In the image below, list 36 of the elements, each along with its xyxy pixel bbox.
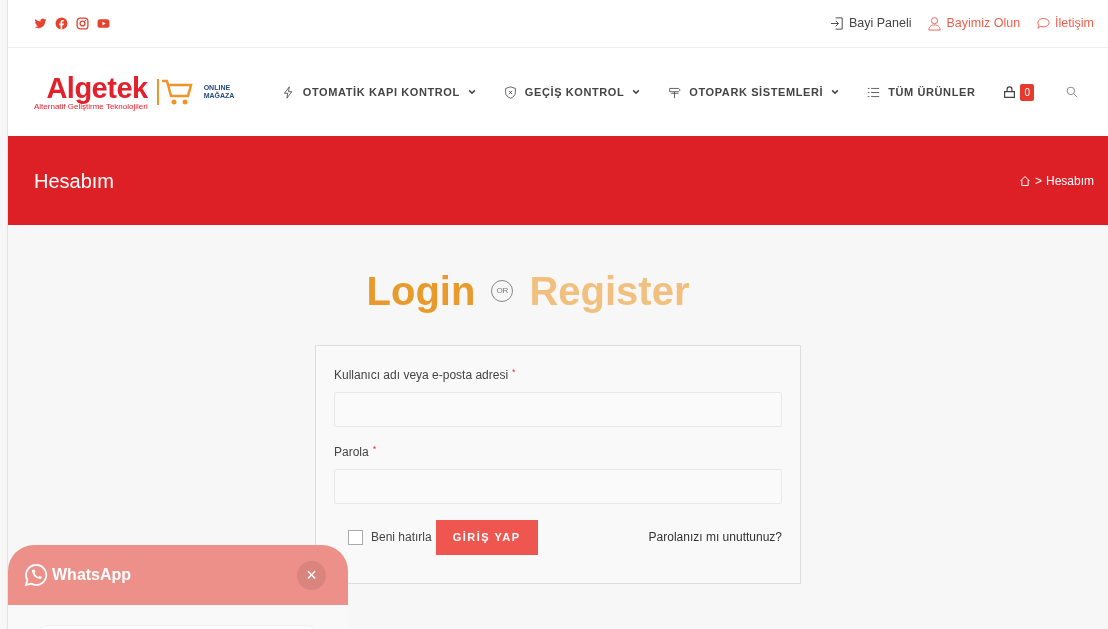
page-title: Hesabım [34,168,115,193]
nav-menu-item[interactable]: OTOPARK SİSTEMLERİ [668,83,840,101]
nav-menu-item[interactable]: OTOMATİK KAPI KONTROL [281,83,476,101]
cart-count-badge: 0 [1020,83,1034,101]
twitter-icon[interactable] [34,17,47,30]
user-icon [927,16,943,31]
nav-menu-item[interactable]: GEÇİŞ KONTROL [503,83,641,101]
shield-icon [503,85,517,99]
chevron-down-icon [632,88,641,96]
instagram-icon[interactable] [76,17,89,30]
chat-icon [1036,16,1052,31]
top-link[interactable]: Bayi Paneli [829,14,912,33]
popup-title: WhatsApp [52,565,132,585]
search-icon[interactable] [1066,86,1078,98]
breadcrumb-current: Hesabım [1045,172,1094,190]
chevron-down-icon [467,88,476,96]
required-mark: * [372,444,377,454]
field-label: Parola [334,445,369,459]
checkbox-label: Beni hatırla [371,529,432,547]
list-icon [867,85,881,99]
whatsapp-icon [24,563,48,587]
logo-text: Algetek [46,73,148,103]
required-mark: * [512,367,516,377]
youtube-icon[interactable] [97,17,110,30]
forgot-password-link[interactable]: Parolanızı mı unuttunuz? [648,528,782,547]
nav-menu-item[interactable]: TÜM ÜRÜNLER [867,83,976,101]
login-icon [829,16,845,31]
breadcrumb-separator: > [1034,172,1042,190]
signpost-icon [668,85,682,99]
checkbox[interactable] [348,529,363,545]
bolt-icon [281,85,295,99]
home-icon[interactable] [1018,174,1031,187]
field-label: Kullanıcı adı veya e-posta adresi [334,368,509,382]
facebook-icon[interactable] [55,17,68,30]
chevron-down-icon [831,88,840,96]
bag-icon[interactable] [1003,85,1017,99]
